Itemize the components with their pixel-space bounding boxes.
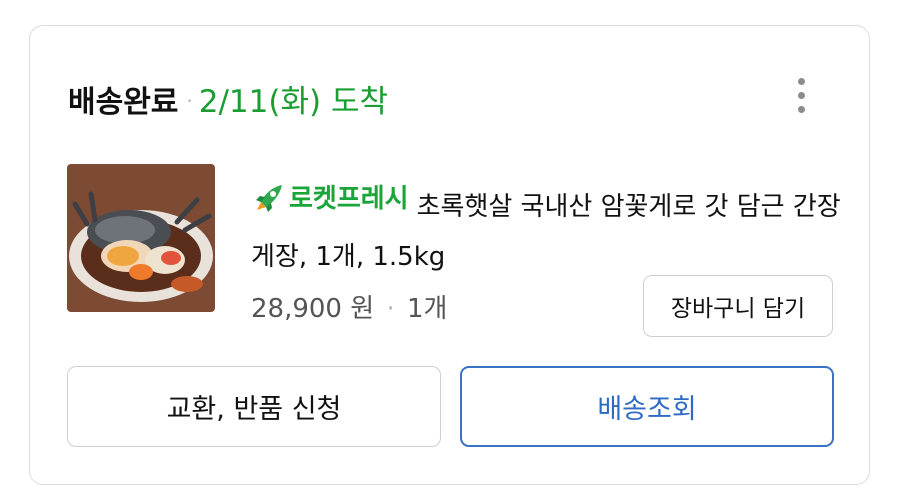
product-title[interactable]: 로켓프레시 초록햇살 국내산 암꽃게로 갓 담근 간장게장, 1개, 1.5kg	[251, 174, 841, 282]
product-price: 28,900 원	[251, 294, 375, 324]
delivery-status: 배송완료	[68, 85, 179, 120]
return-request-button[interactable]: 교환, 반품 신청	[67, 366, 441, 447]
price-separator: ·	[386, 294, 395, 324]
crab-dish-image	[67, 164, 215, 312]
add-to-cart-button[interactable]: 장바구니 담기	[643, 275, 833, 337]
product-image[interactable]	[67, 164, 215, 312]
status-separator: ·	[186, 89, 193, 113]
rocket-fresh-badge: 로켓프레시	[251, 174, 409, 224]
price-row: 28,900 원 · 1개	[251, 288, 447, 325]
rocket-icon	[256, 185, 282, 212]
track-delivery-button[interactable]: 배송조회	[460, 366, 834, 447]
order-header: 배송완료 · 2/11(화) 도착	[68, 76, 388, 121]
rocket-fresh-label: 로켓프레시	[289, 184, 409, 214]
order-card: 배송완료 · 2/11(화) 도착 로켓프레시 초록햇살 국내산 암꽃게로 갓 …	[29, 25, 870, 485]
more-options-button[interactable]	[789, 78, 813, 118]
more-vertical-icon	[789, 78, 813, 113]
product-quantity: 1개	[406, 294, 448, 324]
delivery-date: 2/11(화) 도착	[198, 84, 388, 120]
